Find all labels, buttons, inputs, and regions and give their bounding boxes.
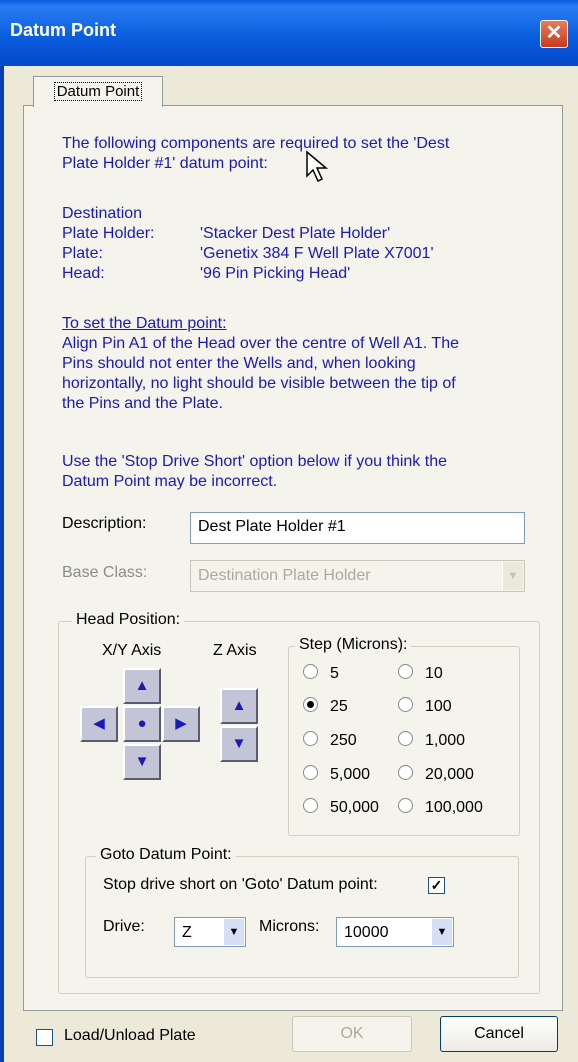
head-position-title: Head Position: — [72, 611, 185, 629]
component-label-plate: Plate: — [62, 245, 103, 262]
drive-label: Drive: — [103, 918, 145, 935]
description-input[interactable]: Dest Plate Holder #1 — [190, 512, 525, 544]
step-title: Step (Microns): — [295, 636, 412, 654]
component-label-plate-holder: Plate Holder: — [62, 225, 155, 242]
step-option-label: 5,000 — [330, 766, 371, 783]
radio-circle-icon — [398, 697, 413, 712]
step-radio-20000[interactable]: 20,000 — [398, 765, 474, 784]
instructions-heading: To set the Datum point: — [62, 315, 227, 332]
microns-label: Microns: — [259, 918, 320, 935]
xy-up-button[interactable]: ▲ — [123, 668, 161, 704]
xy-axis-label: X/Y Axis — [102, 642, 162, 659]
microns-value: 10000 — [344, 924, 389, 941]
xy-right-button[interactable]: ▶ — [162, 706, 200, 742]
step-radio-25[interactable]: 25 — [303, 697, 348, 716]
close-icon[interactable]: ✕ — [540, 20, 568, 48]
radio-circle-icon — [303, 765, 318, 780]
datum-point-dialog: Datum Point ✕ Datum Point The following … — [0, 0, 578, 1062]
microns-select[interactable]: 10000 ▼ — [336, 917, 454, 947]
step-radio-10[interactable]: 10 — [398, 664, 443, 683]
step-radio-100[interactable]: 100 — [398, 697, 452, 716]
step-radio-5000[interactable]: 5,000 — [303, 765, 370, 784]
radio-circle-icon — [398, 798, 413, 813]
chevron-down-icon: ▼ — [502, 562, 523, 590]
mouse-pointer-icon — [306, 150, 329, 183]
drive-value: Z — [182, 924, 192, 941]
stop-short-label: Stop drive short on 'Goto' Datum point: — [103, 876, 378, 893]
step-radio-1000[interactable]: 1,000 — [398, 731, 465, 750]
cancel-button[interactable]: Cancel — [440, 1016, 558, 1052]
step-option-label: 20,000 — [425, 766, 474, 783]
z-up-button[interactable]: ▲ — [220, 688, 258, 724]
xy-left-button[interactable]: ◀ — [80, 706, 118, 742]
instructions-line-4: the Pins and the Plate. — [62, 395, 223, 412]
load-unload-checkbox[interactable] — [36, 1029, 53, 1046]
intro-line-1: The following components are required to… — [62, 135, 450, 152]
ok-button: OK — [292, 1016, 412, 1052]
radio-circle-icon — [398, 664, 413, 679]
step-radio-100000[interactable]: 100,000 — [398, 798, 483, 817]
xy-down-button[interactable]: ▼ — [123, 744, 161, 780]
xy-center-button[interactable]: ● — [123, 706, 161, 742]
step-option-label: 25 — [330, 698, 348, 715]
instructions-line-1: Align Pin A1 of the Head over the centre… — [62, 335, 459, 352]
chevron-down-icon[interactable]: ▼ — [431, 919, 452, 945]
component-value-head: '96 Pin Picking Head' — [200, 265, 351, 282]
step-option-label: 5 — [330, 665, 339, 682]
radio-selected-icon — [303, 697, 318, 712]
step-option-label: 250 — [330, 732, 357, 749]
radio-circle-icon — [303, 798, 318, 813]
step-radio-5[interactable]: 5 — [303, 664, 339, 683]
note-line-1: Use the 'Stop Drive Short' option below … — [62, 453, 447, 470]
step-radio-50000[interactable]: 50,000 — [303, 798, 379, 817]
step-option-label: 50,000 — [330, 799, 379, 816]
title-bar[interactable]: Datum Point ✕ — [0, 0, 578, 66]
step-option-label: 100,000 — [425, 799, 483, 816]
tab-datum-point[interactable]: Datum Point — [33, 76, 163, 107]
component-value-plate-holder: 'Stacker Dest Plate Holder' — [200, 225, 391, 242]
base-class-value: Destination Plate Holder — [198, 567, 371, 584]
radio-circle-icon — [398, 765, 413, 780]
base-class-select: Destination Plate Holder ▼ — [190, 560, 525, 592]
base-class-label: Base Class: — [62, 564, 148, 581]
stop-short-checkbox[interactable]: ✓ — [428, 877, 445, 894]
radio-circle-icon — [398, 731, 413, 746]
chevron-down-icon[interactable]: ▼ — [223, 919, 244, 945]
step-radio-250[interactable]: 250 — [303, 731, 357, 750]
tab-label: Datum Point — [53, 82, 143, 101]
z-axis-label: Z Axis — [213, 642, 257, 659]
goto-datum-title: Goto Datum Point: — [96, 846, 236, 864]
z-down-button[interactable]: ▼ — [220, 726, 258, 762]
step-option-label: 10 — [425, 665, 443, 682]
step-option-label: 100 — [425, 698, 452, 715]
drive-select[interactable]: Z ▼ — [174, 917, 246, 947]
intro-line-2: Plate Holder #1' datum point: — [62, 155, 268, 172]
components-heading: Destination — [62, 205, 143, 222]
window-border — [0, 66, 4, 1062]
radio-circle-icon — [303, 731, 318, 746]
instructions-line-2: Pins should not enter the Wells and, whe… — [62, 355, 416, 372]
load-unload-label: Load/Unload Plate — [64, 1027, 196, 1044]
radio-circle-icon — [303, 664, 318, 679]
step-option-label: 1,000 — [425, 732, 466, 749]
component-label-head: Head: — [62, 265, 105, 282]
description-label: Description: — [62, 515, 147, 532]
component-value-plate: 'Genetix 384 F Well Plate X7001' — [200, 245, 434, 262]
note-line-2: Datum Point may be incorrect. — [62, 473, 278, 490]
instructions-line-3: horizontally, no light should be visible… — [62, 375, 456, 392]
window-title: Datum Point — [10, 20, 116, 40]
